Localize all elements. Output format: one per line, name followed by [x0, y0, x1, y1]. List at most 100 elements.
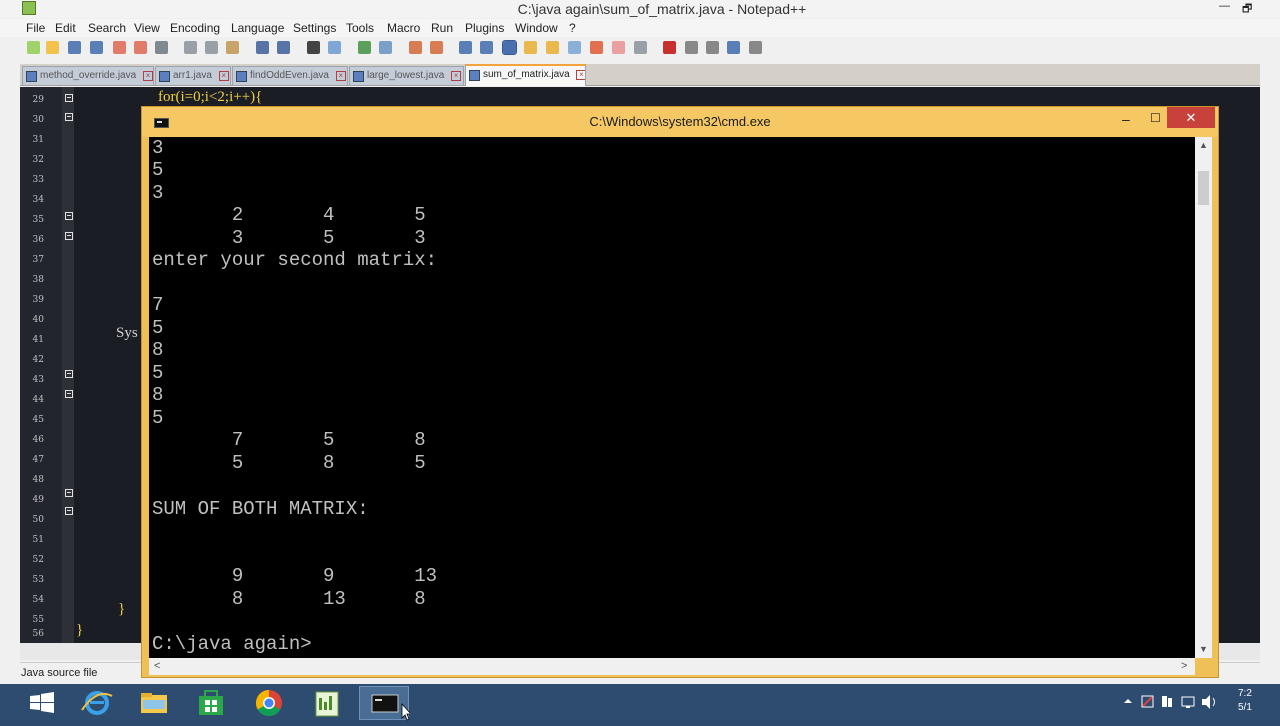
taskbar-store[interactable]: [186, 686, 236, 720]
sync-h-icon[interactable]: [430, 41, 443, 54]
doc-switcher-icon[interactable]: [634, 41, 647, 54]
menu-settings[interactable]: Settings: [293, 21, 336, 35]
copy-icon[interactable]: [205, 41, 218, 54]
line-number: 53: [32, 575, 44, 585]
udl-icon[interactable]: [524, 41, 537, 54]
stop-macro-icon[interactable]: [685, 41, 698, 54]
menu-search[interactable]: Search: [88, 21, 126, 35]
tab-close-icon[interactable]: ×: [218, 71, 229, 81]
fold-toggle-icon[interactable]: [65, 390, 73, 398]
save-all-icon[interactable]: [90, 41, 103, 54]
open-file-icon[interactable]: [46, 41, 59, 54]
tab-close-icon[interactable]: ×: [576, 70, 585, 80]
fold-toggle-icon[interactable]: [65, 507, 73, 515]
save-macro-icon[interactable]: [749, 41, 762, 54]
show-all-chars-icon[interactable]: [480, 41, 493, 54]
undo-icon[interactable]: [256, 41, 269, 54]
npp-menu-bar: File Edit Search View Encoding Language …: [0, 19, 1280, 37]
scroll-down-icon[interactable]: ▼: [1195, 644, 1212, 654]
run-macro-multiple-icon[interactable]: [727, 41, 740, 54]
menu-tools[interactable]: Tools: [346, 21, 374, 35]
fold-toggle-icon[interactable]: [65, 113, 73, 121]
menu-encoding[interactable]: Encoding: [170, 21, 220, 35]
cmd-title-bar[interactable]: C:\Windows\system32\cmd.exe – ☐ ✕: [142, 107, 1218, 137]
tab-sum-of-matrix[interactable]: sum_of_matrix.java ×: [465, 64, 586, 86]
console-line: 3: [152, 182, 164, 204]
fold-toggle-icon[interactable]: [65, 232, 73, 240]
line-number: 32: [32, 155, 44, 165]
fold-toggle-icon[interactable]: [65, 370, 73, 378]
file-icon: [469, 70, 480, 81]
save-icon[interactable]: [68, 41, 81, 54]
code-line-41: Sys: [116, 325, 138, 341]
scroll-right-icon[interactable]: >: [1181, 660, 1187, 672]
fold-toggle-icon[interactable]: [65, 212, 73, 220]
npp-minimize-button[interactable]: —: [1219, 0, 1230, 12]
tab-arr1[interactable]: arr1.java ×: [155, 66, 231, 85]
close-all-icon[interactable]: [134, 41, 147, 54]
line-number: 55: [32, 615, 44, 625]
taskbar-ie[interactable]: [72, 686, 122, 720]
sync-v-icon[interactable]: [409, 41, 422, 54]
replace-icon[interactable]: [328, 41, 341, 54]
scroll-up-icon[interactable]: ▲: [1195, 140, 1212, 150]
menu-plugins[interactable]: Plugins: [465, 21, 504, 35]
monitoring-icon[interactable]: [612, 41, 625, 54]
menu-view[interactable]: View: [134, 21, 160, 35]
internet-explorer-icon: [81, 691, 113, 715]
cmd-close-button[interactable]: ✕: [1167, 107, 1215, 128]
tab-close-icon[interactable]: ×: [335, 71, 346, 81]
menu-help[interactable]: ?: [569, 21, 576, 35]
line-number: 31: [32, 135, 44, 145]
cmd-maximize-button[interactable]: ☐: [1150, 111, 1161, 125]
console-line: 5 8 5: [152, 452, 426, 474]
zoom-in-icon[interactable]: [358, 41, 371, 54]
menu-window[interactable]: Window: [515, 21, 558, 35]
menu-edit[interactable]: Edit: [55, 21, 76, 35]
menu-run[interactable]: Run: [431, 21, 453, 35]
tab-find-odd-even[interactable]: findOddEven.java ×: [232, 66, 348, 85]
print-icon[interactable]: [155, 41, 168, 54]
menu-language[interactable]: Language: [231, 21, 284, 35]
tab-close-icon[interactable]: ×: [451, 71, 462, 81]
play-macro-icon[interactable]: [706, 41, 719, 54]
tab-method-override[interactable]: method_override.java ×: [22, 66, 154, 85]
new-file-icon[interactable]: [27, 41, 40, 54]
taskbar-file-explorer[interactable]: [129, 686, 179, 720]
folder-workspace-icon[interactable]: [590, 41, 603, 54]
npp-restore-button[interactable]: 🗗: [1242, 0, 1252, 19]
cmd-vertical-scrollbar[interactable]: ▲ ▼: [1195, 137, 1212, 658]
console-output[interactable]: 3 5 3 2 4 5 3 5 3 enter your second matr…: [149, 137, 1195, 658]
find-icon[interactable]: [307, 41, 320, 54]
record-macro-icon[interactable]: [663, 41, 676, 54]
line-number: 52: [32, 555, 44, 565]
taskbar-clock[interactable]: 7:2 5/1: [1238, 687, 1252, 715]
taskbar-notepadpp[interactable]: [302, 686, 352, 720]
fold-toggle-icon[interactable]: [65, 94, 73, 102]
start-button[interactable]: [18, 686, 68, 720]
paste-icon[interactable]: [226, 41, 239, 54]
cmd-window-title: C:\Windows\system32\cmd.exe: [589, 114, 771, 129]
taskbar-cmd[interactable]: [359, 686, 412, 721]
doc-map-icon[interactable]: [546, 41, 559, 54]
cmd-horizontal-scrollbar[interactable]: < >: [149, 658, 1195, 675]
cut-icon[interactable]: [184, 41, 197, 54]
fold-toggle-icon[interactable]: [65, 489, 73, 497]
close-file-icon[interactable]: [113, 41, 126, 54]
menu-file[interactable]: File: [26, 21, 45, 35]
zoom-out-icon[interactable]: [379, 41, 392, 54]
scroll-left-icon[interactable]: <: [154, 660, 160, 672]
function-list-icon[interactable]: [568, 41, 581, 54]
npp-title-bar[interactable]: C:\java again\sum_of_matrix.java - Notep…: [0, 0, 1280, 18]
console-line: 7: [152, 294, 164, 316]
tab-large-lowest[interactable]: large_lowest.java ×: [349, 66, 464, 85]
redo-icon[interactable]: [277, 41, 290, 54]
menu-macro[interactable]: Macro: [387, 21, 420, 35]
word-wrap-icon[interactable]: [459, 41, 472, 54]
line-number: 51: [32, 535, 44, 545]
tab-close-icon[interactable]: ×: [142, 71, 153, 81]
indent-guide-icon[interactable]: [502, 40, 517, 55]
cmd-minimize-button[interactable]: –: [1122, 111, 1130, 127]
taskbar-chrome[interactable]: [244, 686, 294, 720]
scroll-thumb[interactable]: [1198, 171, 1209, 205]
